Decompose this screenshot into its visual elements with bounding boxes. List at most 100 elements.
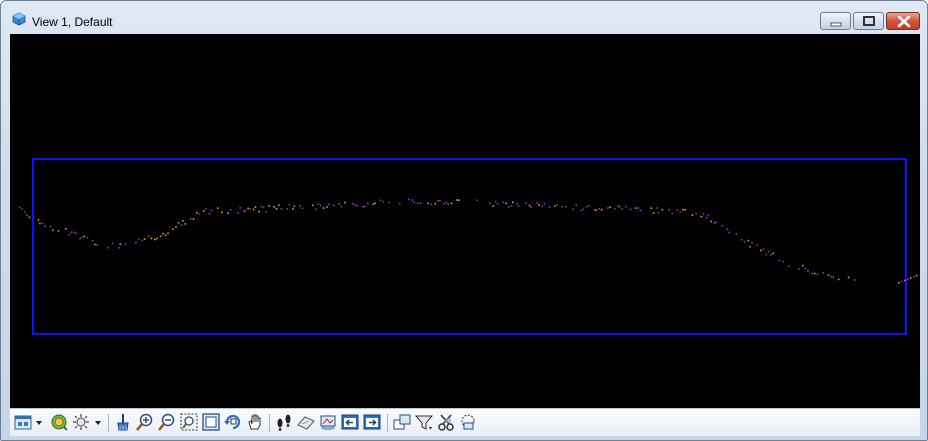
point xyxy=(528,204,531,207)
point xyxy=(18,206,21,209)
minimize-button[interactable] xyxy=(820,12,851,30)
point xyxy=(778,260,780,262)
look-icon xyxy=(297,416,315,430)
point xyxy=(476,199,478,202)
point xyxy=(700,215,703,218)
point xyxy=(525,202,527,204)
point xyxy=(413,201,415,203)
display-mode-button[interactable] xyxy=(49,412,69,432)
point xyxy=(760,249,762,252)
point xyxy=(650,207,653,209)
point xyxy=(49,225,52,228)
point xyxy=(430,203,432,205)
point xyxy=(656,207,658,209)
point xyxy=(138,238,140,241)
point xyxy=(494,200,497,203)
toolbar-separator xyxy=(269,414,270,432)
point xyxy=(707,214,710,217)
point xyxy=(372,203,375,206)
point xyxy=(492,205,495,207)
zoom-in-button[interactable] xyxy=(135,412,155,432)
view-camera-icon xyxy=(320,415,336,430)
view-cube-icon xyxy=(12,12,26,26)
update-view-icon xyxy=(117,414,129,431)
point xyxy=(249,207,252,210)
point xyxy=(456,199,458,201)
point xyxy=(172,228,174,231)
point xyxy=(770,254,772,256)
point xyxy=(159,235,162,238)
point xyxy=(210,209,213,212)
point xyxy=(502,201,505,204)
walk-icon xyxy=(277,414,291,431)
point xyxy=(507,206,510,208)
update-view-button[interactable] xyxy=(113,412,133,432)
point xyxy=(203,210,205,212)
clip-mask-button[interactable] xyxy=(436,412,456,432)
clip-outline-button[interactable] xyxy=(458,412,478,432)
chevron-down-icon xyxy=(95,421,101,425)
point xyxy=(580,209,583,212)
point xyxy=(41,222,44,224)
point xyxy=(904,279,906,282)
zoom-in-icon xyxy=(136,413,153,431)
point xyxy=(317,203,319,206)
point xyxy=(744,240,746,243)
lighting-button[interactable] xyxy=(71,412,91,432)
copy-view-button[interactable] xyxy=(392,412,412,432)
point xyxy=(598,207,600,210)
point xyxy=(301,207,304,210)
point xyxy=(684,209,687,211)
point xyxy=(516,202,518,205)
walk-button[interactable] xyxy=(274,412,294,432)
point xyxy=(517,205,520,207)
view-next-button[interactable] xyxy=(362,412,382,432)
point xyxy=(362,206,364,208)
point xyxy=(512,201,514,204)
camera-button[interactable] xyxy=(318,412,338,432)
point xyxy=(702,213,705,215)
point xyxy=(767,250,770,253)
point xyxy=(268,205,270,207)
look-button[interactable] xyxy=(296,412,316,432)
point xyxy=(575,204,577,206)
point xyxy=(652,212,655,214)
fit-view-button[interactable] xyxy=(201,412,221,432)
lighting-dropdown[interactable] xyxy=(94,412,102,432)
point xyxy=(445,201,448,204)
view-attributes-dropdown[interactable] xyxy=(35,412,43,432)
point xyxy=(150,237,153,240)
clip-volume-button[interactable] xyxy=(414,412,434,432)
window-area-button[interactable] xyxy=(179,412,199,432)
point xyxy=(25,214,28,216)
point xyxy=(398,202,401,205)
close-button[interactable] xyxy=(886,12,920,30)
title-bar[interactable]: View 1, Default xyxy=(1,1,927,33)
point xyxy=(637,207,640,209)
point xyxy=(749,245,751,248)
clip-outline-icon xyxy=(461,414,475,430)
view-previous-button[interactable] xyxy=(340,412,360,432)
point xyxy=(21,208,23,210)
rotate-view-button[interactable] xyxy=(223,412,243,432)
point xyxy=(639,209,642,212)
point xyxy=(762,248,765,250)
point xyxy=(691,214,694,216)
point xyxy=(247,207,249,210)
point xyxy=(44,225,46,227)
point xyxy=(354,204,356,206)
point xyxy=(229,209,232,211)
zoom-out-button[interactable] xyxy=(157,412,177,432)
view-attributes-button[interactable] xyxy=(13,412,33,432)
point xyxy=(621,208,623,210)
point xyxy=(607,207,609,209)
point xyxy=(807,270,809,272)
pan-view-button[interactable] xyxy=(245,412,265,432)
view-canvas[interactable] xyxy=(10,34,920,408)
maximize-button[interactable] xyxy=(853,12,884,30)
point xyxy=(244,210,246,212)
point xyxy=(447,203,449,205)
view-toolbar xyxy=(10,408,920,436)
point xyxy=(434,202,436,205)
point xyxy=(288,203,291,206)
